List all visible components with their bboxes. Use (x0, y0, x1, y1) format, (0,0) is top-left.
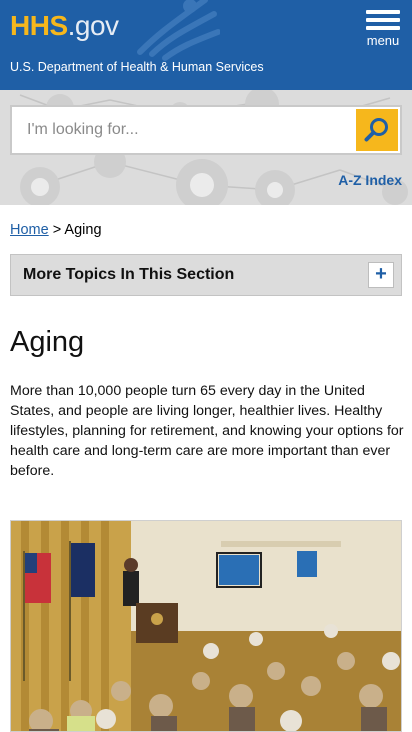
az-index-link[interactable]: A-Z Index (338, 172, 402, 188)
search-button[interactable] (356, 109, 398, 151)
menu-label: menu (366, 33, 400, 48)
site-logo[interactable]: HHS.gov (10, 10, 119, 42)
logo-hhs: HHS (10, 10, 68, 41)
featured-photo (10, 520, 402, 732)
hhs-eagle-icon (137, 0, 220, 61)
breadcrumb-separator: > (48, 222, 65, 238)
intro-paragraph: More than 10,000 people turn 65 every da… (10, 383, 404, 479)
page-title: Aging (10, 326, 85, 358)
event-photo-illustration (11, 521, 401, 731)
breadcrumb-current: Aging (64, 222, 102, 238)
more-topics-label: More Topics In This Section (23, 266, 235, 283)
site-header: HHS.gov U.S. Department of Health & Huma… (0, 0, 412, 90)
search-band: A-Z Index (0, 90, 412, 205)
search-icon (364, 118, 388, 142)
search-box (10, 105, 402, 155)
search-input[interactable] (12, 107, 356, 153)
hamburger-icon-bar (366, 18, 400, 22)
breadcrumb: Home > Aging (10, 222, 102, 238)
menu-button[interactable]: menu (364, 10, 402, 48)
department-tagline: U.S. Department of Health & Human Servic… (10, 60, 264, 74)
breadcrumb-home-link[interactable]: Home (10, 222, 49, 238)
plus-icon[interactable]: + (368, 262, 394, 288)
more-topics-toggle[interactable]: More Topics In This Section + (10, 254, 402, 296)
hamburger-icon-bar (366, 26, 400, 30)
logo-gov: .gov (67, 10, 119, 41)
hamburger-icon (366, 10, 400, 14)
